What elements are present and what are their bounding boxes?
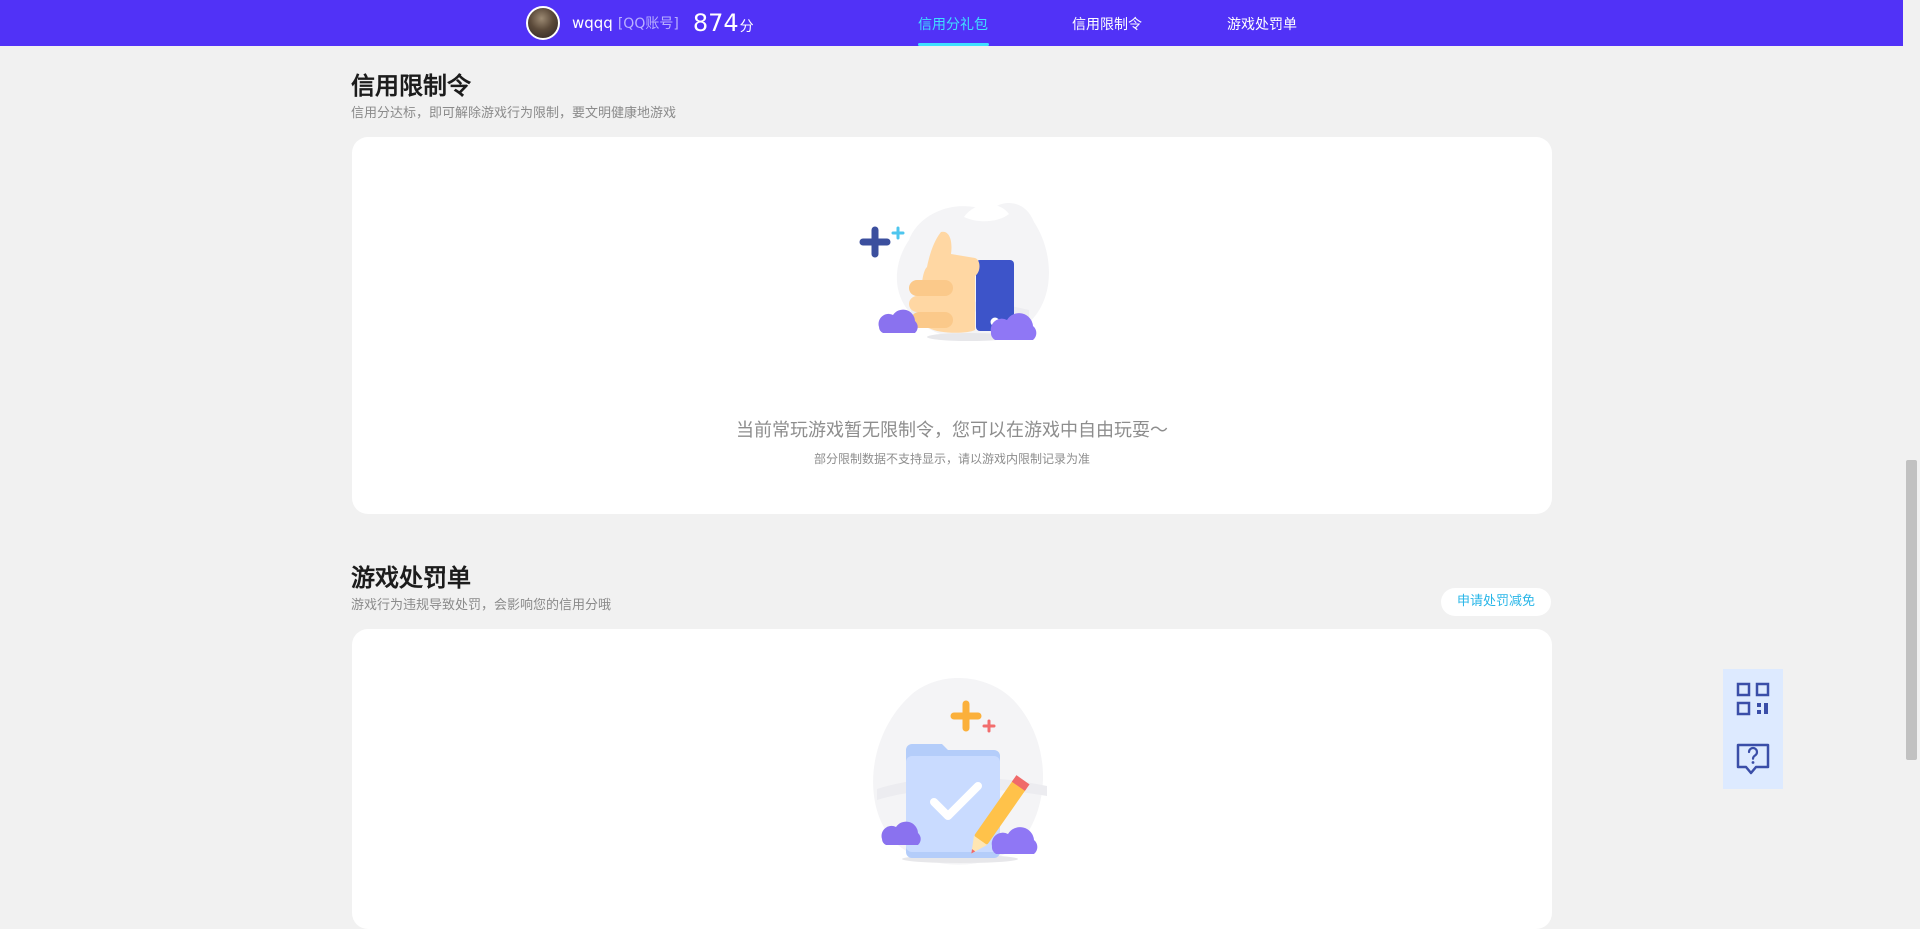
- restriction-section-title: 信用限制令: [351, 72, 471, 100]
- username: wqqq: [572, 14, 613, 32]
- penalty-card: [352, 629, 1552, 929]
- account-type: [QQ账号]: [617, 16, 679, 32]
- user-info: wqqq [QQ账号] 874 分: [526, 5, 754, 41]
- credit-score: 874: [692, 9, 739, 37]
- restriction-section-subtitle: 信用分达标，即可解除游戏行为限制，要文明健康地游戏: [351, 106, 677, 121]
- nav-tab-game-penalty[interactable]: 游戏处罚单: [1227, 14, 1297, 34]
- help-chat-button[interactable]: [1723, 729, 1783, 789]
- top-navbar: wqqq [QQ账号] 874 分 信用分礼包 信用限制令 游戏处罚单: [0, 0, 1920, 46]
- scrollbar-track[interactable]: [1903, 0, 1920, 908]
- apply-penalty-reduction-button[interactable]: 申请处罚减免: [1441, 588, 1551, 616]
- penalty-section-title: 游戏处罚单: [351, 564, 471, 592]
- restriction-empty-text: 当前常玩游戏暂无限制令，您可以在游戏中自由玩耍～: [736, 420, 1168, 441]
- nav-tab-credit-gift[interactable]: 信用分礼包: [918, 14, 988, 34]
- restriction-card: 当前常玩游戏暂无限制令，您可以在游戏中自由玩耍～ 部分限制数据不支持显示，请以游…: [352, 137, 1552, 514]
- avatar[interactable]: [526, 6, 560, 40]
- penalty-section-subtitle: 游戏行为违规导致处罚，会影响您的信用分哦: [351, 598, 612, 613]
- credit-score-unit: 分: [739, 19, 754, 35]
- nav-active-underline: [918, 43, 989, 46]
- qr-code-icon: [1736, 682, 1770, 716]
- restriction-empty-note: 部分限制数据不支持显示，请以游戏内限制记录为准: [813, 452, 1090, 466]
- thumbs-up-icon: [859, 202, 1049, 341]
- qr-code-button[interactable]: [1723, 669, 1783, 729]
- scrollbar-thumb[interactable]: [1906, 460, 1917, 760]
- clipboard-check-icon: [873, 677, 1047, 865]
- nav-tab-credit-restriction[interactable]: 信用限制令: [1072, 14, 1142, 34]
- help-chat-icon: [1736, 743, 1770, 775]
